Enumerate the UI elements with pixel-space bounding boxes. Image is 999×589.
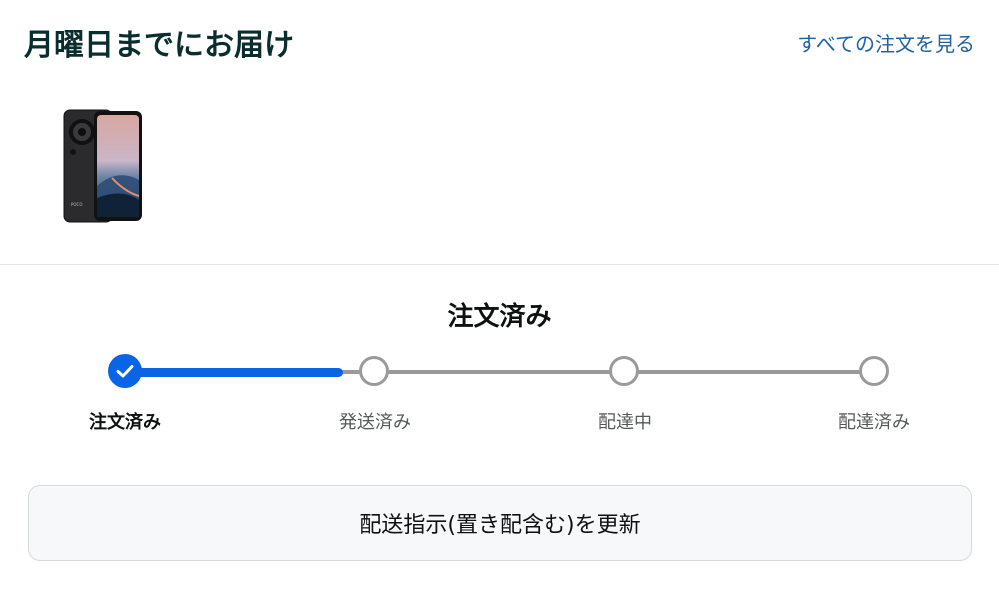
step-circle-out-for-delivery bbox=[609, 356, 639, 386]
step-label-delivered: 配達済み bbox=[838, 412, 910, 433]
progress-tracker: 注文済み 発送済み 配達中 配達済み bbox=[0, 350, 999, 433]
section-divider bbox=[0, 264, 999, 265]
all-orders-link[interactable]: すべての注文を見る bbox=[797, 28, 975, 57]
track-line-progress bbox=[125, 368, 343, 377]
step-label-ordered: 注文済み bbox=[89, 412, 161, 433]
step-label-out-for-delivery: 配達中 bbox=[598, 412, 652, 433]
step-circle-ordered bbox=[108, 354, 142, 388]
check-icon bbox=[116, 365, 134, 378]
product-thumbnail[interactable]: POCO bbox=[62, 108, 144, 226]
brand-mark: POCO bbox=[71, 202, 83, 207]
delivery-title: 月曜日までにお届け bbox=[24, 28, 294, 63]
step-circle-shipped bbox=[359, 356, 389, 386]
smartphone-product-image: POCO bbox=[63, 109, 142, 223]
update-delivery-instructions-button[interactable]: 配送指示(置き配含む)を更新 bbox=[28, 485, 972, 561]
step-circle-delivered bbox=[859, 356, 889, 386]
order-status-heading: 注文済み bbox=[447, 302, 552, 332]
step-label-shipped: 発送済み bbox=[339, 412, 411, 433]
